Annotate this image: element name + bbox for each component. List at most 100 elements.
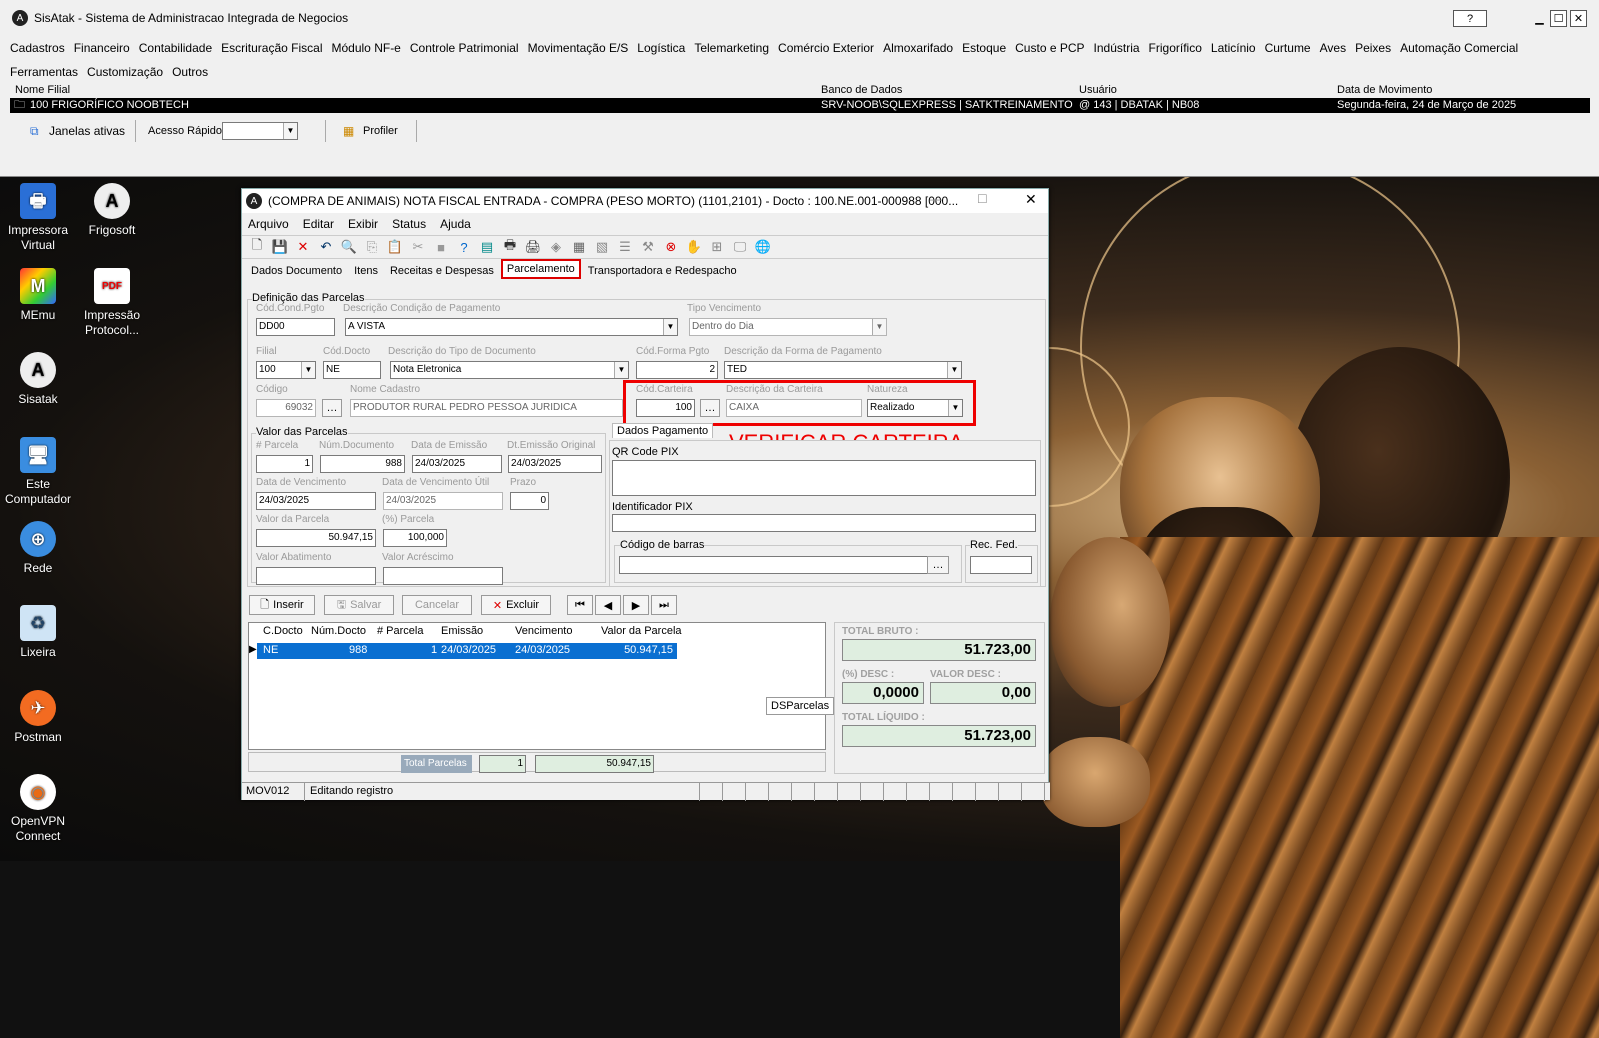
- col-num-docto[interactable]: Núm.Docto: [311, 625, 366, 637]
- globe-icon[interactable]: 🌐: [754, 239, 772, 255]
- valor-acrescimo-input[interactable]: [383, 567, 503, 585]
- tab-dados-pagamento[interactable]: Dados Pagamento: [612, 423, 714, 438]
- cod-forma-input[interactable]: 2: [636, 361, 718, 379]
- salvar-button[interactable]: 🖫 Salvar: [324, 595, 394, 615]
- col-n-parcela[interactable]: # Parcela: [377, 625, 423, 637]
- desktop-icon-postman[interactable]: ✈ Postman: [0, 690, 76, 745]
- window-minimize-button[interactable]: —: [930, 192, 942, 206]
- copy-icon[interactable]: ⎘: [363, 239, 381, 255]
- menu-item-8[interactable]: Telemarketing: [694, 36, 769, 60]
- codigo-input[interactable]: 69032: [256, 399, 316, 417]
- dt-venc-util-input[interactable]: 24/03/2025: [383, 492, 503, 510]
- dt-emissao-original-input[interactable]: 24/03/2025: [508, 455, 602, 473]
- acesso-rapido-select[interactable]: ▼: [222, 122, 298, 140]
- window-menu-item-4[interactable]: Ajuda: [440, 217, 471, 231]
- filial-select[interactable]: 100 ▼: [256, 361, 316, 379]
- col-valor-parcela[interactable]: Valor da Parcela: [601, 625, 682, 637]
- menu-item-2[interactable]: Contabilidade: [139, 36, 212, 60]
- inserir-button[interactable]: 🗋 Inserir: [249, 595, 315, 615]
- window-menu-item-1[interactable]: Editar: [303, 217, 334, 231]
- menu-item-9[interactable]: Comércio Exterior: [778, 36, 874, 60]
- pct-parcela-input[interactable]: 100,000: [383, 529, 447, 547]
- codigo-lookup-button[interactable]: …: [322, 399, 342, 417]
- menu-item-12[interactable]: Custo e PCP: [1015, 36, 1084, 60]
- menu-item-18[interactable]: Peixes: [1355, 36, 1391, 60]
- menu-item-19[interactable]: Automação Comercial: [1400, 36, 1518, 60]
- tab-parcelamento[interactable]: Parcelamento: [500, 259, 581, 279]
- tipo-venc-select[interactable]: Dentro do Dia ▼: [689, 318, 887, 336]
- menu-item-5[interactable]: Controle Patrimonial: [410, 36, 519, 60]
- print-icon[interactable]: 🖶: [501, 236, 519, 258]
- menu-item-7[interactable]: Logística: [637, 36, 685, 60]
- window-maximize-button[interactable]: ☐: [977, 192, 988, 206]
- num-documento-input[interactable]: 988: [320, 455, 405, 473]
- cod-cond-input[interactable]: DD00: [256, 318, 335, 336]
- dt-emissao-input[interactable]: 24/03/2025: [412, 455, 502, 473]
- first-record-button[interactable]: ⏮: [567, 595, 593, 615]
- close-button[interactable]: ✕: [1570, 10, 1587, 27]
- nome-input[interactable]: PRODUTOR RURAL PEDRO PESSOA JURIDICA: [350, 399, 623, 417]
- rec-fed-input[interactable]: [970, 556, 1032, 574]
- tools-icon[interactable]: ⚒: [639, 239, 657, 255]
- desc-forma-select[interactable]: TED ▼: [724, 361, 962, 379]
- codigo-barras-input[interactable]: [619, 556, 949, 574]
- desktop-icon-openvpn[interactable]: ◉ OpenVPN Connect: [0, 774, 76, 844]
- desc-cond-select[interactable]: A VISTA ▼: [345, 318, 678, 336]
- prazo-input[interactable]: 0: [510, 492, 549, 510]
- menu-item-20[interactable]: Ferramentas: [10, 60, 78, 84]
- valor-desc-value[interactable]: 0,00: [930, 682, 1036, 704]
- cut-icon[interactable]: ✂: [409, 239, 427, 255]
- minimize-button[interactable]: ▁: [1531, 10, 1548, 27]
- desktop-icon-este-computador[interactable]: 🖥 Este Computador: [0, 437, 76, 507]
- menu-item-1[interactable]: Financeiro: [74, 36, 130, 60]
- calc-icon[interactable]: ▤: [478, 239, 496, 255]
- undo-icon[interactable]: ↶: [317, 239, 335, 255]
- search-icon[interactable]: 🔍: [340, 239, 358, 255]
- menu-item-13[interactable]: Indústria: [1094, 36, 1140, 60]
- menu-item-14[interactable]: Frigorífico: [1149, 36, 1202, 60]
- menu-item-3[interactable]: Escrituração Fiscal: [221, 36, 322, 60]
- col-vencimento[interactable]: Vencimento: [515, 625, 572, 637]
- menu-item-21[interactable]: Customização: [87, 60, 163, 84]
- desc-tipo-select[interactable]: Nota Eletronica ▼: [390, 361, 629, 379]
- list-icon[interactable]: ☰: [616, 239, 634, 255]
- menu-item-16[interactable]: Curtume: [1265, 36, 1311, 60]
- menu-item-10[interactable]: Almoxarifado: [883, 36, 953, 60]
- export-icon[interactable]: ▧: [593, 239, 611, 255]
- n-parcela-input[interactable]: 1: [256, 455, 313, 473]
- window-menu-item-0[interactable]: Arquivo: [248, 217, 289, 231]
- print-preview-icon[interactable]: 🖨: [524, 239, 542, 255]
- paste-icon[interactable]: 📋: [386, 239, 404, 255]
- excluir-button[interactable]: ✕ Excluir: [481, 595, 551, 615]
- monitor-icon[interactable]: 🖵: [731, 239, 749, 255]
- desktop-icon-frigosoft[interactable]: A Frigosoft: [74, 183, 150, 238]
- tab-transportadora[interactable]: Transportadora e Redespacho: [583, 262, 742, 279]
- desktop-icon-memu[interactable]: M MEmu: [0, 268, 76, 323]
- tab-itens[interactable]: Itens: [349, 262, 383, 279]
- valor-abatimento-input[interactable]: [256, 567, 376, 585]
- help-icon[interactable]: ?: [455, 240, 473, 255]
- menu-item-11[interactable]: Estoque: [962, 36, 1006, 60]
- maximize-button[interactable]: ☐: [1550, 10, 1567, 27]
- col-c-docto[interactable]: C.Docto: [263, 625, 303, 637]
- report-icon[interactable]: ▦: [570, 239, 588, 255]
- window-menu-item-3[interactable]: Status: [392, 217, 426, 231]
- menu-item-4[interactable]: Módulo NF-e: [332, 36, 401, 60]
- menu-item-0[interactable]: Cadastros: [10, 36, 65, 60]
- hand-icon[interactable]: ✋: [685, 239, 703, 255]
- desktop-icon-sisatak[interactable]: A Sisatak: [0, 352, 76, 407]
- tab-receitas-despesas[interactable]: Receitas e Despesas: [385, 262, 499, 279]
- last-record-button[interactable]: ⏭: [651, 595, 677, 615]
- new-icon[interactable]: 🗋: [248, 236, 266, 258]
- identificador-pix-input[interactable]: [612, 514, 1036, 532]
- help-button[interactable]: ?: [1453, 10, 1487, 27]
- menu-item-17[interactable]: Aves: [1320, 36, 1346, 60]
- janelas-ativas-button[interactable]: Janelas ativas: [49, 124, 125, 138]
- qr-code-input[interactable]: [612, 460, 1036, 496]
- tab-dados-documento[interactable]: Dados Documento: [246, 262, 347, 279]
- prev-record-button[interactable]: ◀: [595, 595, 621, 615]
- dt-vencimento-input[interactable]: 24/03/2025: [256, 492, 376, 510]
- desktop-icon-pdf[interactable]: PDF Impressão Protocol...: [74, 268, 150, 338]
- window-close-button[interactable]: ✕: [1025, 191, 1037, 208]
- codigo-barras-lookup-button[interactable]: …: [927, 556, 949, 574]
